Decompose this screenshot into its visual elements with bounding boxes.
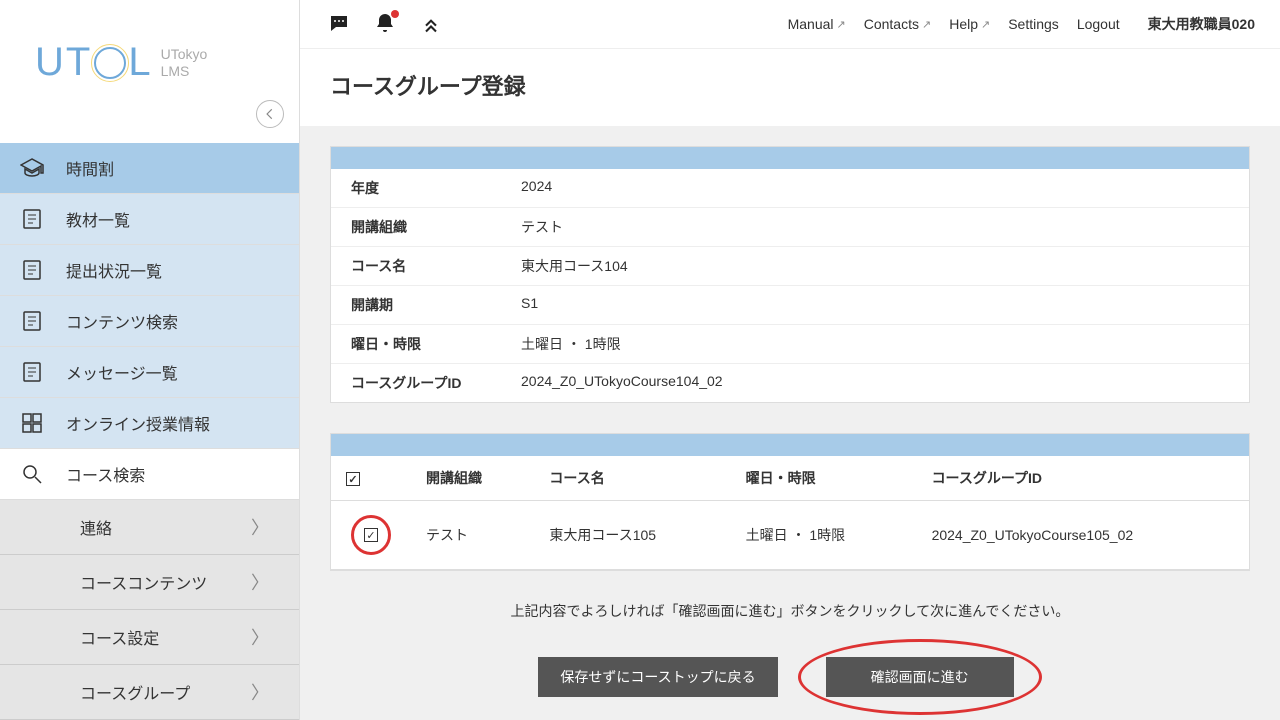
external-link-icon: ↗ [837, 18, 846, 31]
info-row: コース名東大用コース104 [331, 247, 1249, 286]
info-label: 開講組織 [351, 217, 521, 237]
card-header-bar [331, 434, 1249, 456]
confirm-button[interactable]: 確認画面に進む [826, 657, 1014, 697]
sidebar-item-course-group[interactable]: コースグループ 〉 [0, 665, 299, 720]
document-icon [20, 258, 44, 282]
sidebar-item-timetable[interactable]: 時間割 [0, 143, 299, 194]
page-title-area: コースグループ登録 [300, 49, 1280, 126]
document-icon [20, 360, 44, 384]
external-link-icon: ↗ [981, 18, 990, 31]
instruction-text: 上記内容でよろしければ「確認画面に進む」ボタンをクリックして次に進んでください。 [330, 601, 1250, 621]
info-value: テスト [521, 217, 1229, 237]
info-row: 開講組織テスト [331, 208, 1249, 247]
sidebar-item-course-search[interactable]: コース検索 [0, 449, 299, 500]
sidebar-nav-secondary: 連絡 〉 コースコンテンツ 〉 コース設定 〉 コースグループ 〉 [0, 500, 299, 720]
sidebar-item-label: オンライン授業情報 [66, 411, 210, 435]
topbar-user-label: 東大用教職員020 [1148, 14, 1255, 34]
sidebar-item-label: 連絡 [80, 515, 112, 539]
logo: UTL UTokyoLMS [15, 20, 284, 85]
col-course: コース名 [534, 456, 730, 501]
page-title: コースグループ登録 [330, 69, 1250, 101]
logo-area: UTL UTokyoLMS [0, 0, 299, 143]
notification-dot-icon [391, 10, 399, 18]
highlight-circle-icon: ✓ [351, 515, 391, 555]
course-table: ✓ 開講組織 コース名 曜日・時限 コースグループID ✓ [331, 456, 1249, 570]
sidebar-item-label: 提出状況一覧 [66, 258, 162, 282]
cell-groupid: 2024_Z0_UTokyoCourse105_02 [917, 501, 1249, 570]
sidebar: UTL UTokyoLMS 時間割 教材一覧 提出状況一覧 [0, 0, 300, 720]
button-row: 保存せずにコーストップに戻る 確認画面に進む [330, 639, 1250, 715]
info-label: 開講期 [351, 295, 521, 315]
cell-org: テスト [411, 501, 534, 570]
info-label: コースグループID [351, 373, 521, 393]
course-select-card: ✓ 開講組織 コース名 曜日・時限 コースグループID ✓ [330, 433, 1250, 571]
main-content: Manual↗ Contacts↗ Help↗ Settings Logout … [300, 0, 1280, 720]
collapse-up-icon[interactable] [417, 10, 445, 38]
search-icon [20, 462, 44, 486]
info-value: 2024 [521, 178, 1229, 198]
sidebar-item-materials[interactable]: 教材一覧 [0, 194, 299, 245]
sidebar-collapse-button[interactable] [256, 100, 284, 128]
graduation-cap-icon [20, 156, 44, 180]
info-label: 曜日・時限 [351, 334, 521, 354]
select-all-checkbox[interactable]: ✓ [346, 472, 360, 486]
info-row: 年度2024 [331, 169, 1249, 208]
sidebar-item-label: コースコンテンツ [80, 570, 207, 594]
col-org: 開講組織 [411, 456, 534, 501]
external-link-icon: ↗ [922, 18, 931, 31]
topbar-link-settings[interactable]: Settings [1008, 16, 1059, 32]
sidebar-item-submissions[interactable]: 提出状況一覧 [0, 245, 299, 296]
info-value: S1 [521, 295, 1229, 315]
topbar-link-logout[interactable]: Logout [1077, 16, 1120, 32]
info-row: コースグループID2024_Z0_UTokyoCourse104_02 [331, 364, 1249, 402]
logo-subtext: UTokyoLMS [161, 46, 208, 80]
cell-course: 東大用コース105 [534, 501, 730, 570]
info-value: 土曜日 ・ 1時限 [521, 334, 1229, 354]
grid-icon [20, 411, 44, 435]
sidebar-item-course-settings[interactable]: コース設定 〉 [0, 610, 299, 665]
logo-mark: UTL [35, 40, 153, 85]
sidebar-item-course-contents[interactable]: コースコンテンツ 〉 [0, 555, 299, 610]
sidebar-item-label: コース設定 [80, 625, 159, 649]
sidebar-item-content-search[interactable]: コンテンツ検索 [0, 296, 299, 347]
info-label: 年度 [351, 178, 521, 198]
topbar-link-contacts[interactable]: Contacts↗ [864, 16, 931, 32]
sidebar-item-contact[interactable]: 連絡 〉 [0, 500, 299, 555]
sidebar-item-label: コンテンツ検索 [66, 309, 178, 333]
chat-icon[interactable] [325, 10, 353, 38]
back-button[interactable]: 保存せずにコーストップに戻る [538, 657, 777, 697]
document-icon [20, 207, 44, 231]
col-groupid: コースグループID [917, 456, 1249, 501]
info-value: 2024_Z0_UTokyoCourse104_02 [521, 373, 1229, 393]
col-daytime: 曜日・時限 [731, 456, 917, 501]
topbar-link-manual[interactable]: Manual↗ [788, 16, 846, 32]
sidebar-item-label: 時間割 [66, 156, 114, 180]
sidebar-nav-primary: 時間割 教材一覧 提出状況一覧 コンテンツ検索 メッセージ一覧 オンライン授業情… [0, 143, 299, 500]
sidebar-item-label: コースグループ [80, 680, 190, 704]
arrow-left-icon [263, 107, 277, 121]
table-row: ✓ テスト 東大用コース105 土曜日 ・ 1時限 2024_Z0_UTokyo… [331, 501, 1249, 570]
info-row: 曜日・時限土曜日 ・ 1時限 [331, 325, 1249, 364]
chevron-right-icon: 〉 [251, 569, 269, 595]
row-checkbox[interactable]: ✓ [364, 528, 378, 542]
info-row: 開講期S1 [331, 286, 1249, 325]
topbar-link-help[interactable]: Help↗ [949, 16, 990, 32]
topbar: Manual↗ Contacts↗ Help↗ Settings Logout … [300, 0, 1280, 49]
card-header-bar [331, 147, 1249, 169]
cell-daytime: 土曜日 ・ 1時限 [731, 501, 917, 570]
course-info-card: 年度2024 開講組織テスト コース名東大用コース104 開講期S1 曜日・時限… [330, 146, 1250, 403]
document-icon [20, 309, 44, 333]
chevron-right-icon: 〉 [251, 624, 269, 650]
info-value: 東大用コース104 [521, 256, 1229, 276]
chevron-right-icon: 〉 [251, 679, 269, 705]
info-label: コース名 [351, 256, 521, 276]
sidebar-item-label: 教材一覧 [66, 207, 130, 231]
bell-icon[interactable] [371, 10, 399, 38]
sidebar-item-messages[interactable]: メッセージ一覧 [0, 347, 299, 398]
sidebar-item-label: コース検索 [66, 462, 145, 486]
sidebar-item-online-class[interactable]: オンライン授業情報 [0, 398, 299, 449]
sidebar-item-label: メッセージ一覧 [66, 360, 178, 384]
chevron-right-icon: 〉 [251, 514, 269, 540]
highlight-ellipse-icon: 確認画面に進む [798, 639, 1042, 715]
